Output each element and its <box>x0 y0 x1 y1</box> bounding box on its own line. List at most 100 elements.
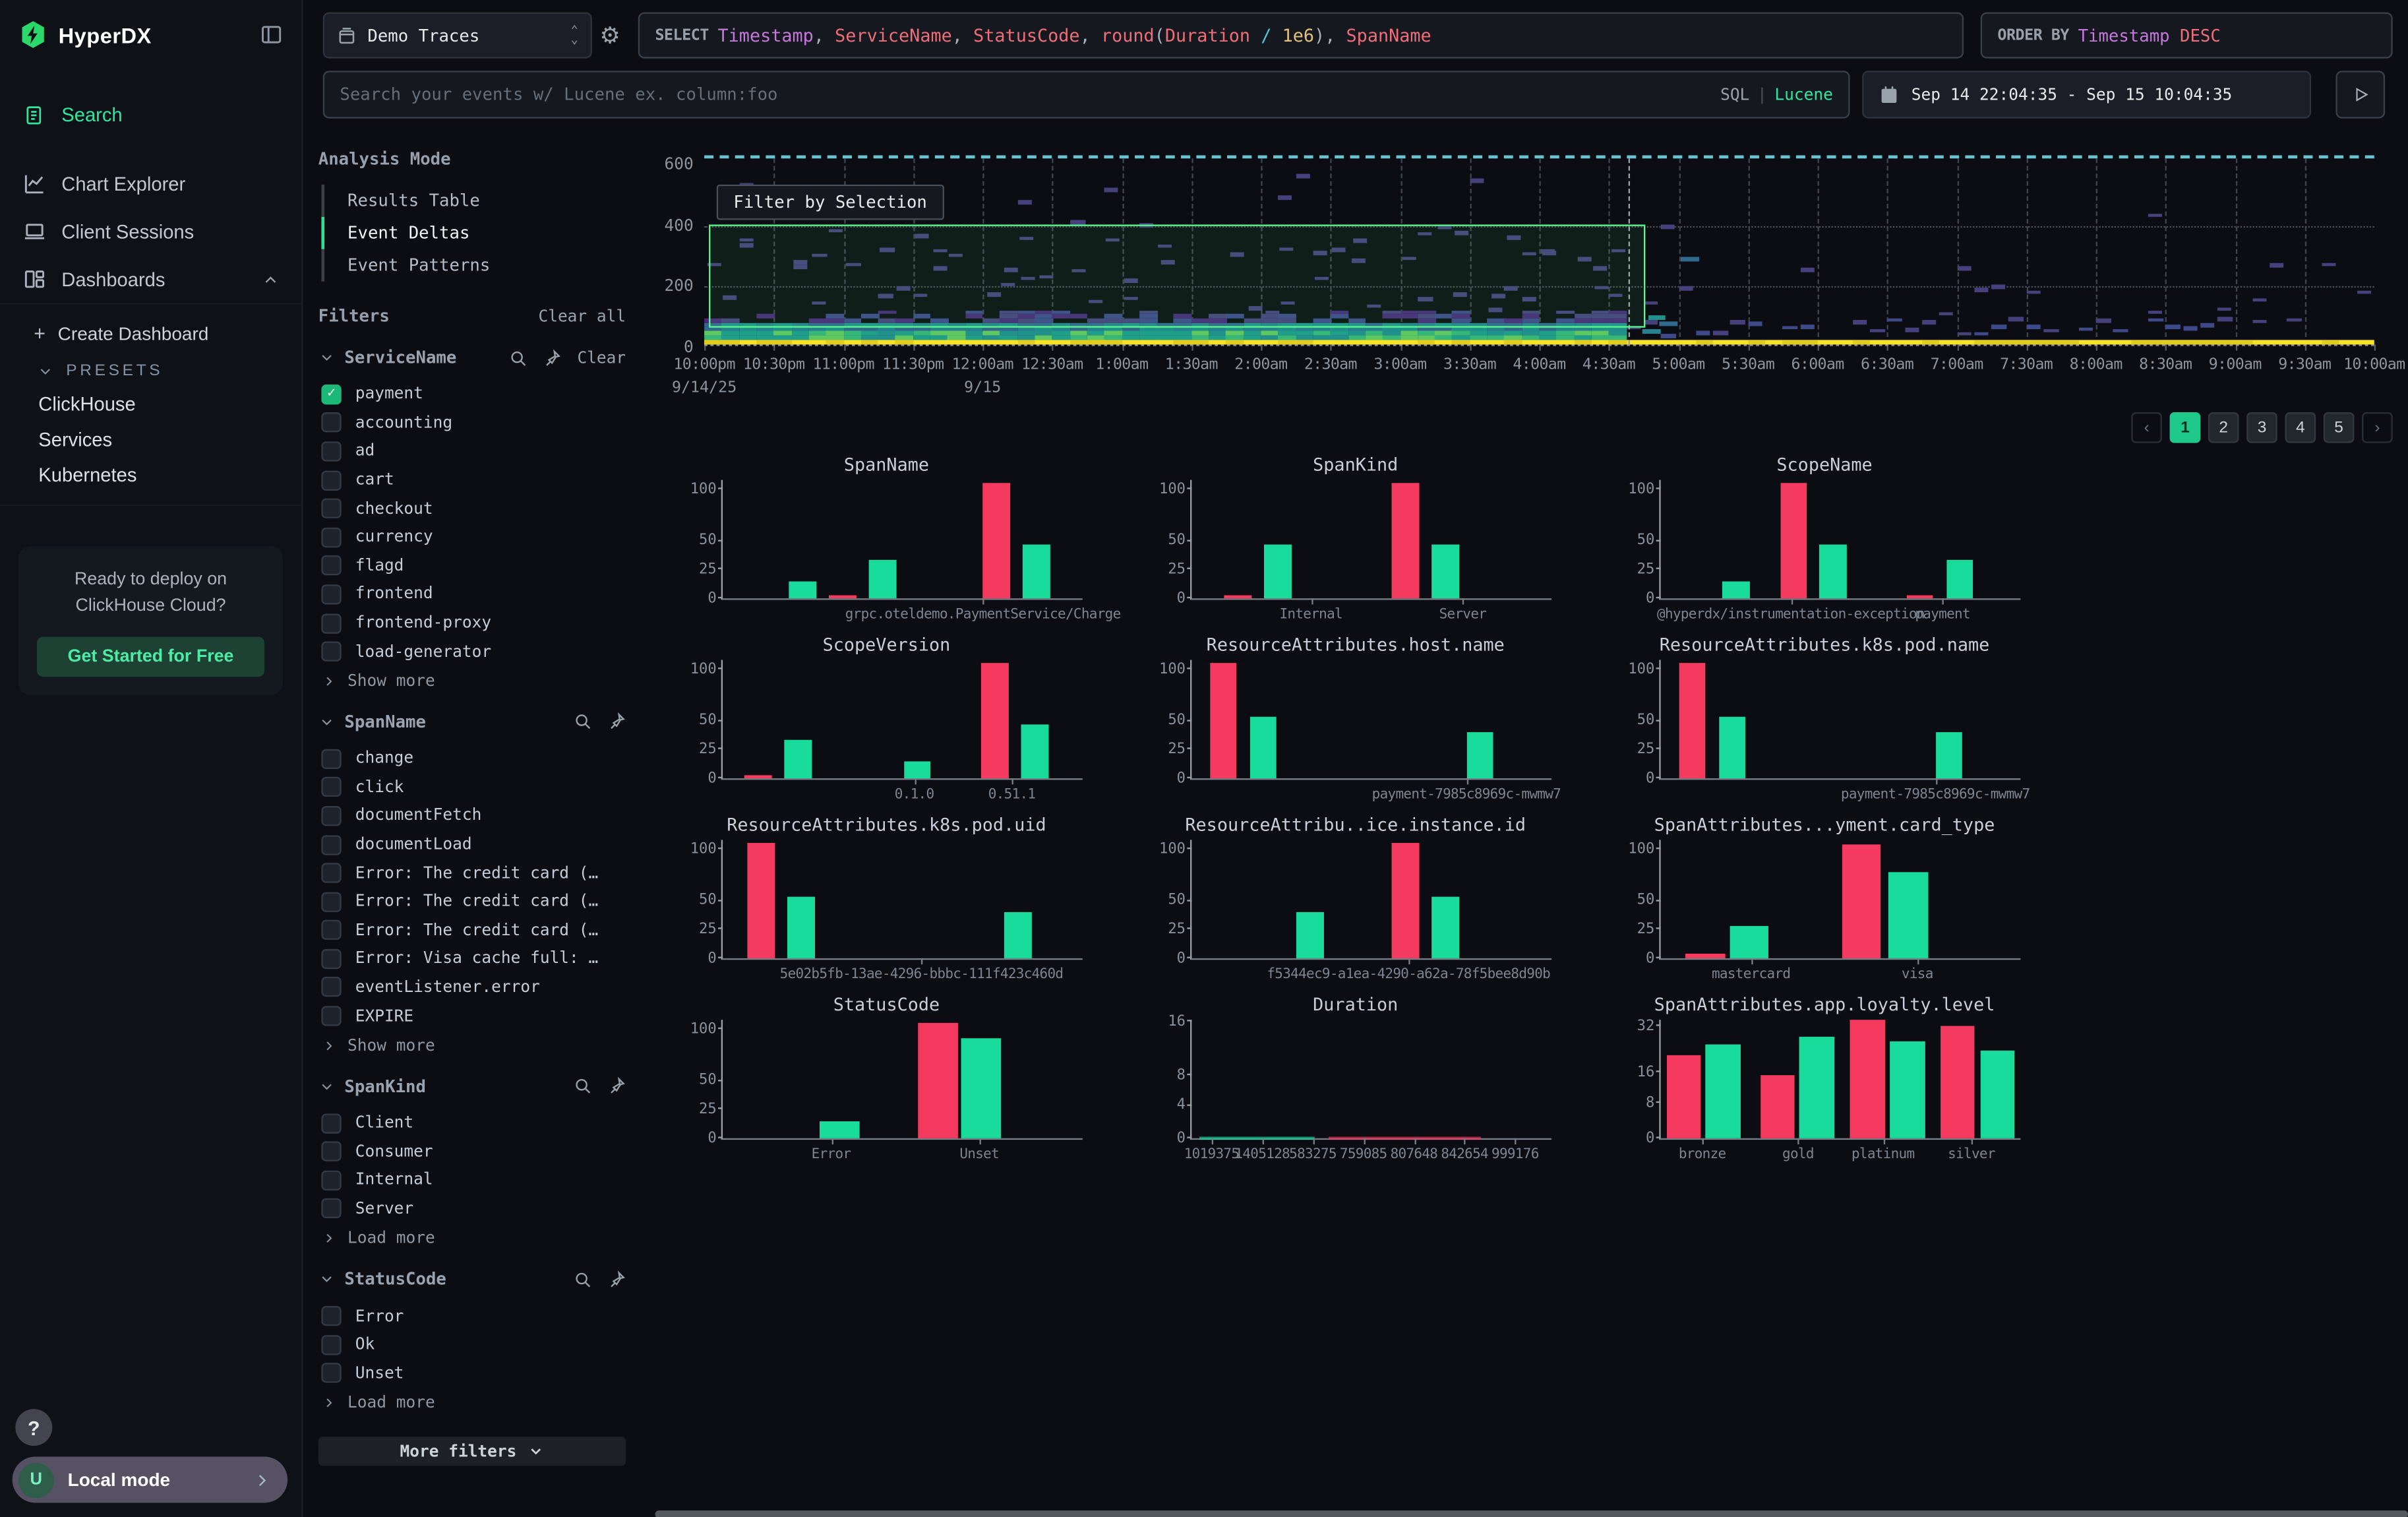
checkbox-unchecked[interactable] <box>321 1142 341 1161</box>
source-select[interactable]: Demo Traces ⌃⌄ <box>323 13 592 59</box>
sidebar-item-client-sessions[interactable]: Client Sessions <box>0 208 301 255</box>
search-icon[interactable] <box>574 713 592 731</box>
pagination-page-5[interactable]: 5 <box>2324 412 2355 443</box>
search-icon[interactable] <box>574 1077 592 1096</box>
filter-checkbox-item[interactable]: currency <box>318 523 626 551</box>
checkbox-unchecked[interactable] <box>321 470 341 490</box>
filter-checkbox-item[interactable]: Error: The credit card (… <box>318 887 626 915</box>
create-dashboard-button[interactable]: + Create Dashboard <box>0 314 301 352</box>
filter-checkbox-item[interactable]: accounting <box>318 408 626 437</box>
checkbox-unchecked[interactable] <box>321 834 341 854</box>
clear-filter-button[interactable]: Clear <box>577 348 626 367</box>
more-filters-button[interactable]: More filters <box>318 1437 626 1466</box>
checkbox-unchecked[interactable] <box>321 1306 341 1326</box>
checkbox-unchecked[interactable] <box>321 1334 341 1354</box>
show-more-button[interactable]: Show more <box>318 666 626 691</box>
filter-checkbox-item[interactable]: checkout <box>318 494 626 522</box>
filter-checkbox-item[interactable]: Error: The credit card (… <box>318 859 626 887</box>
heatmap-selection[interactable] <box>709 225 1646 328</box>
filter-checkbox-item[interactable]: Error: Visa cache full: … <box>318 944 626 973</box>
filter-checkbox-item[interactable]: Ok <box>318 1330 626 1359</box>
filter-checkbox-item[interactable]: Server <box>318 1194 626 1223</box>
checkbox-unchecked[interactable] <box>321 1113 341 1133</box>
checkbox-unchecked[interactable] <box>321 1006 341 1026</box>
gear-icon[interactable]: ⚙ <box>600 22 620 49</box>
checkbox-unchecked[interactable] <box>321 977 341 997</box>
chevron-up-icon[interactable] <box>261 270 280 288</box>
checkbox-unchecked[interactable] <box>321 584 341 604</box>
pin-icon[interactable] <box>543 348 562 367</box>
checkbox-unchecked[interactable] <box>321 613 341 633</box>
checkbox-unchecked[interactable] <box>321 1170 341 1190</box>
show-more-button[interactable]: Load more <box>318 1223 626 1248</box>
get-started-button[interactable]: Get Started for Free <box>37 636 264 676</box>
pagination-page-1[interactable]: 1 <box>2170 412 2201 443</box>
checkbox-unchecked[interactable] <box>321 556 341 576</box>
show-more-button[interactable]: Show more <box>318 1030 626 1055</box>
checkbox-unchecked[interactable] <box>321 749 341 768</box>
checkbox-checked[interactable]: ✓ <box>321 385 341 404</box>
sql-toggle[interactable]: SQL <box>1720 85 1749 104</box>
sidebar-item-dashboards[interactable]: Dashboards <box>0 255 301 303</box>
filter-checkbox-item[interactable]: frontend-proxy <box>318 609 626 637</box>
pin-icon[interactable] <box>607 1270 626 1289</box>
search-icon[interactable] <box>574 1270 592 1289</box>
pin-icon[interactable] <box>607 713 626 731</box>
show-more-button[interactable]: Load more <box>318 1388 626 1412</box>
filter-checkbox-item[interactable]: Unset <box>318 1359 626 1387</box>
checkbox-unchecked[interactable] <box>321 499 341 518</box>
sidebar-collapse-icon[interactable] <box>260 23 283 46</box>
help-button[interactable]: ? <box>15 1409 52 1446</box>
filter-checkbox-item[interactable]: Consumer <box>318 1138 626 1166</box>
filter-checkbox-item[interactable]: cart <box>318 466 626 494</box>
pagination-page-2[interactable]: 2 <box>2208 412 2239 443</box>
checkbox-unchecked[interactable] <box>321 527 341 547</box>
analysis-mode-option-results-table[interactable]: Results Table <box>321 185 626 217</box>
filter-checkbox-item[interactable]: Error <box>318 1302 626 1330</box>
clear-all-button[interactable]: Clear all <box>538 307 626 325</box>
filter-checkbox-item[interactable]: eventListener.error <box>318 973 626 1001</box>
filter-checkbox-item[interactable]: flagd <box>318 551 626 580</box>
filter-checkbox-item[interactable]: ✓payment <box>318 380 626 408</box>
pagination-prev-button[interactable]: ‹ <box>2131 412 2162 443</box>
filter-section-header[interactable]: SpanKind <box>318 1076 626 1096</box>
sidebar-item-chart-explorer[interactable]: Chart Explorer <box>0 160 301 208</box>
heatmap-plot[interactable]: Filter by Selection 10:00pm10:30pm11:00p… <box>704 156 2374 345</box>
filter-checkbox-item[interactable]: frontend <box>318 580 626 609</box>
filter-checkbox-item[interactable]: ad <box>318 437 626 466</box>
sidebar-item-search[interactable]: Search <box>0 92 301 139</box>
pagination-next-button[interactable]: › <box>2362 412 2393 443</box>
local-mode-menu[interactable]: U Local mode <box>13 1456 287 1502</box>
filter-checkbox-item[interactable]: load-generator <box>318 637 626 666</box>
order-by-input[interactable]: ORDER BY Timestamp DESC <box>1981 13 2393 59</box>
sidebar-item-kubernetes[interactable]: Kubernetes <box>0 457 301 493</box>
checkbox-unchecked[interactable] <box>321 413 341 433</box>
sql-select-input[interactable]: SELECT Timestamp, ServiceName, StatusCod… <box>638 13 1964 59</box>
checkbox-unchecked[interactable] <box>321 777 341 797</box>
filter-checkbox-item[interactable]: click <box>318 773 626 801</box>
checkbox-unchecked[interactable] <box>321 863 341 883</box>
filter-section-header[interactable]: SpanName <box>318 712 626 732</box>
presets-toggle[interactable]: PRESETS <box>0 352 301 386</box>
search-input[interactable] <box>340 84 1720 104</box>
filter-by-selection-button[interactable]: Filter by Selection <box>717 185 944 220</box>
checkbox-unchecked[interactable] <box>321 1363 341 1383</box>
checkbox-unchecked[interactable] <box>321 949 341 969</box>
filter-checkbox-item[interactable]: documentFetch <box>318 801 626 830</box>
filter-checkbox-item[interactable]: Client <box>318 1109 626 1137</box>
run-query-button[interactable] <box>2335 71 2385 118</box>
checkbox-unchecked[interactable] <box>321 642 341 662</box>
horizontal-scrollbar[interactable] <box>655 1510 2408 1517</box>
analysis-mode-option-event-patterns[interactable]: Event Patterns <box>321 249 626 282</box>
checkbox-unchecked[interactable] <box>321 892 341 912</box>
filter-checkbox-item[interactable]: Internal <box>318 1166 626 1194</box>
lucene-toggle[interactable]: Lucene <box>1774 85 1832 104</box>
filter-checkbox-item[interactable]: change <box>318 745 626 773</box>
search-icon[interactable] <box>510 348 528 367</box>
checkbox-unchecked[interactable] <box>321 1199 341 1219</box>
checkbox-unchecked[interactable] <box>321 441 341 461</box>
pin-icon[interactable] <box>607 1077 626 1096</box>
date-range-picker[interactable]: Sep 14 22:04:35 - Sep 15 10:04:35 <box>1862 71 2311 118</box>
pagination-page-3[interactable]: 3 <box>2246 412 2277 443</box>
analysis-mode-option-event-deltas[interactable]: Event Deltas <box>321 217 626 249</box>
